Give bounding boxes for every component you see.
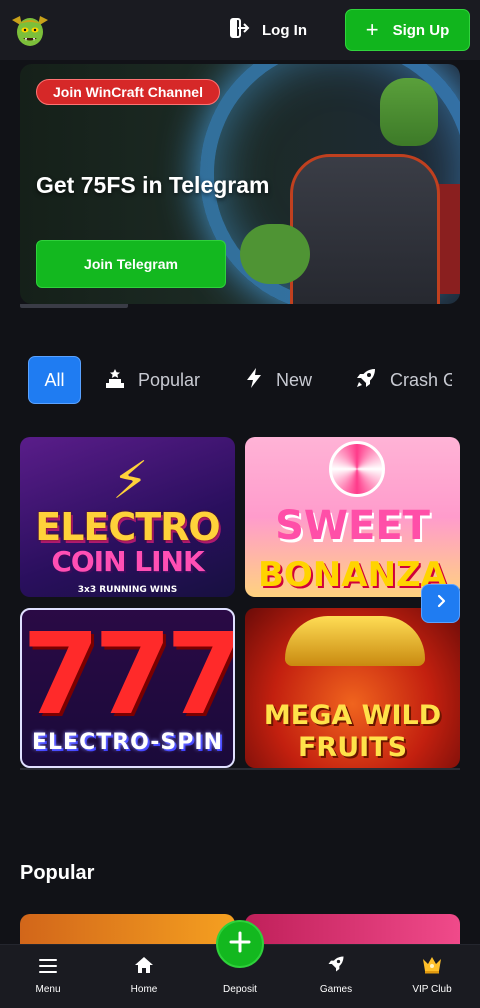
banner-art-orc-arm: [240, 224, 310, 284]
game-tagline: 3x3 RUNNING WINS: [77, 585, 178, 595]
top-header: Log In + Sign Up: [0, 0, 480, 60]
plus-icon: +: [365, 17, 379, 42]
signup-button[interactable]: + Sign Up: [345, 9, 470, 51]
game-title: 777: [22, 610, 235, 740]
game-title: MEGA WILD: [263, 700, 442, 731]
tab-popular[interactable]: Popular: [104, 356, 200, 404]
game-tile-mega-wild-fruits[interactable]: MEGA WILD FRUITS: [245, 608, 460, 768]
tab-label: Popular: [138, 369, 201, 390]
banner-carousel-indicator: [20, 304, 128, 308]
nav-label: Home: [130, 984, 158, 995]
nav-games[interactable]: Games: [288, 945, 384, 1008]
rocket-icon: [326, 954, 346, 977]
crown-art: [285, 616, 425, 666]
nav-menu[interactable]: Menu: [0, 945, 96, 1008]
games-next-button[interactable]: [421, 584, 460, 623]
tab-label: New: [276, 369, 313, 390]
crown-icon: [421, 954, 443, 977]
tab-label: All: [44, 369, 65, 390]
game-title: SWEET: [275, 503, 430, 549]
banner-art-orc-armor: [290, 154, 440, 304]
nav-label: Menu: [35, 984, 61, 995]
join-telegram-button[interactable]: Join Telegram: [36, 240, 226, 288]
login-icon: [228, 17, 250, 44]
games-scroll-indicator: [20, 768, 460, 770]
home-icon: [134, 956, 154, 977]
game-tile-sweet-bonanza[interactable]: SWEET BONANZA: [245, 437, 460, 597]
nav-label: Deposit: [223, 984, 257, 995]
tab-crash-games[interactable]: Crash G: [354, 356, 452, 404]
rocket-icon: [354, 366, 378, 395]
lollipop-icon: [329, 441, 385, 497]
signup-label: Sign Up: [392, 21, 450, 39]
chevron-right-icon: [434, 594, 448, 613]
login-label: Log In: [262, 21, 307, 39]
game-tile-electro-coin-link[interactable]: ⚡ ELECTRO COIN LINK 3x3 RUNNING WINS: [20, 437, 235, 597]
deposit-fab-button[interactable]: [216, 920, 264, 968]
tab-new[interactable]: New: [244, 356, 312, 404]
game-title: ELECTRO: [35, 505, 221, 549]
nav-vip-club[interactable]: VIP Club: [384, 945, 480, 1008]
banner-art-orc-head: [380, 78, 438, 146]
login-button[interactable]: Log In: [228, 14, 307, 46]
lightning-icon: ⚡: [112, 452, 149, 510]
podium-icon: [104, 367, 126, 394]
lightning-icon: [244, 367, 264, 394]
menu-icon: [38, 958, 58, 977]
nav-label: VIP Club: [412, 984, 452, 995]
goblin-logo-icon[interactable]: [10, 10, 50, 50]
category-tabs: All Popular New Crash G: [0, 356, 452, 406]
game-subtitle: FRUITS: [297, 732, 408, 763]
game-subtitle: ELECTRO-SPIN: [32, 730, 223, 755]
join-channel-chip[interactable]: Join WinCraft Channel: [36, 79, 220, 105]
game-tile-777-electro-spin[interactable]: 777 ELECTRO-SPIN: [20, 608, 235, 768]
tab-label: Crash G: [390, 369, 452, 390]
nav-label: Games: [319, 984, 353, 995]
plus-icon: [228, 930, 252, 959]
banner-title: Get 75FS in Telegram: [36, 172, 270, 198]
tab-all[interactable]: All: [28, 356, 81, 404]
game-subtitle: COIN LINK: [51, 545, 204, 578]
nav-home[interactable]: Home: [96, 945, 192, 1008]
section-title-popular: Popular: [20, 862, 95, 884]
